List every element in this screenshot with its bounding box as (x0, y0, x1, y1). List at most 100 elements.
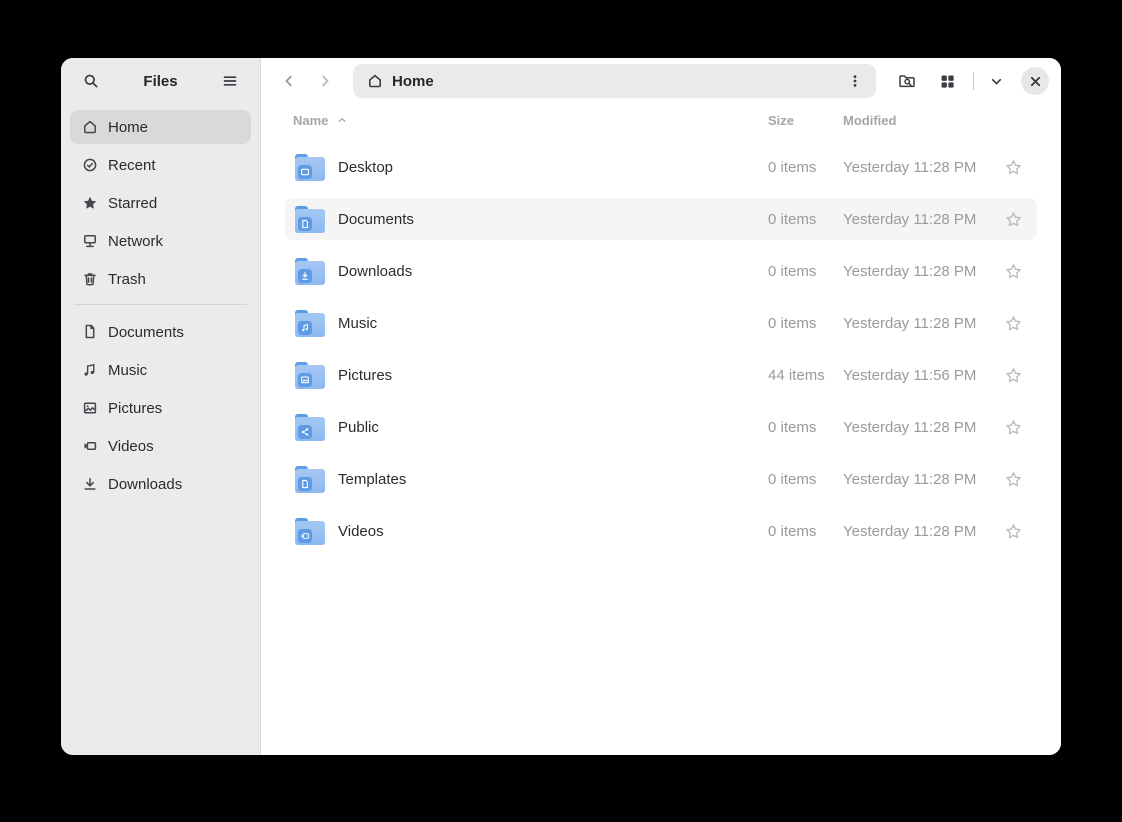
file-name: Pictures (338, 367, 768, 384)
file-size: 0 items (768, 523, 843, 540)
star-toggle[interactable] (1001, 155, 1025, 179)
folder-downloads-icon (295, 258, 325, 285)
sidebar-item-documents[interactable]: Documents (70, 315, 251, 349)
file-modified: Yesterday 11:28 PM (843, 471, 988, 488)
sidebar-item-home[interactable]: Home (70, 110, 251, 144)
path-menu-button[interactable] (840, 66, 870, 96)
sidebar-item-recent[interactable]: Recent (70, 148, 251, 182)
sidebar: Files Home (61, 58, 261, 755)
templates-emblem-icon (298, 477, 312, 491)
star-toggle[interactable] (1001, 519, 1025, 543)
sidebar-item-label: Home (108, 119, 148, 136)
close-window-button[interactable] (1021, 67, 1049, 95)
star-toggle[interactable] (1001, 207, 1025, 231)
sidebar-list: Home Recent Starred (61, 104, 260, 511)
file-modified: Yesterday 11:28 PM (843, 419, 988, 436)
folder-search-icon (898, 72, 916, 90)
file-name: Public (338, 419, 768, 436)
star-outline-icon (1005, 367, 1022, 384)
trash-icon (82, 271, 98, 287)
file-size: 44 items (768, 367, 843, 384)
sidebar-item-videos[interactable]: Videos (70, 429, 251, 463)
file-name: Downloads (338, 263, 768, 280)
star-toggle[interactable] (1001, 415, 1025, 439)
chevron-right-icon (317, 73, 333, 89)
file-size: 0 items (768, 315, 843, 332)
search-button[interactable] (74, 64, 108, 98)
file-modified: Yesterday 11:28 PM (843, 211, 988, 228)
music-emblem-icon (298, 321, 312, 335)
video-camera-icon (82, 438, 98, 454)
star-outline-icon (1005, 471, 1022, 488)
document-icon (82, 324, 98, 340)
hamburger-menu-icon (222, 73, 238, 89)
column-header-modified[interactable]: Modified (843, 113, 988, 128)
sidebar-item-network[interactable]: Network (70, 224, 251, 258)
file-row-music[interactable]: Music 0 items Yesterday 11:28 PM (285, 302, 1037, 344)
pictures-emblem-icon (298, 373, 312, 387)
files-app-window: Files Home (61, 58, 1061, 755)
downloads-emblem-icon (298, 269, 312, 283)
star-toggle[interactable] (1001, 311, 1025, 335)
chevron-left-icon (281, 73, 297, 89)
file-name: Desktop (338, 159, 768, 176)
file-row-public[interactable]: Public 0 items Yesterday 11:28 PM (285, 406, 1037, 448)
search-everywhere-button[interactable] (890, 64, 924, 98)
star-outline-icon (1005, 211, 1022, 228)
file-row-pictures[interactable]: Pictures 44 items Yesterday 11:56 PM (285, 354, 1037, 396)
header-separator (973, 72, 974, 90)
current-folder-label: Home (392, 73, 831, 90)
file-size: 0 items (768, 263, 843, 280)
search-icon (83, 73, 99, 89)
sidebar-item-downloads[interactable]: Downloads (70, 467, 251, 501)
file-row-videos[interactable]: Videos 0 items Yesterday 11:28 PM (285, 510, 1037, 552)
network-icon (82, 233, 98, 249)
sidebar-item-pictures[interactable]: Pictures (70, 391, 251, 425)
back-button[interactable] (273, 65, 305, 97)
file-row-templates[interactable]: Templates 0 items Yesterday 11:28 PM (285, 458, 1037, 500)
sidebar-item-label: Network (108, 233, 163, 250)
star-toggle[interactable] (1001, 259, 1025, 283)
file-row-documents[interactable]: Documents 0 items Yesterday 11:28 PM (285, 198, 1037, 240)
folder-pictures-icon (295, 362, 325, 389)
picture-icon (82, 400, 98, 416)
file-row-downloads[interactable]: Downloads 0 items Yesterday 11:28 PM (285, 250, 1037, 292)
star-toggle[interactable] (1001, 467, 1025, 491)
view-toggle-button[interactable] (930, 64, 964, 98)
main-menu-button[interactable] (213, 64, 247, 98)
file-modified: Yesterday 11:56 PM (843, 367, 988, 384)
music-note-icon (82, 362, 98, 378)
header-actions (890, 64, 1049, 98)
folder-videos-icon (295, 518, 325, 545)
home-icon (367, 73, 383, 89)
sidebar-item-label: Trash (108, 271, 146, 288)
sidebar-item-trash[interactable]: Trash (70, 262, 251, 296)
chevron-down-icon (989, 74, 1004, 89)
file-row-desktop[interactable]: Desktop 0 items Yesterday 11:28 PM (285, 146, 1037, 188)
sidebar-item-music[interactable]: Music (70, 353, 251, 387)
file-name: Videos (338, 523, 768, 540)
sidebar-item-label: Downloads (108, 476, 182, 493)
view-options-button[interactable] (983, 64, 1009, 98)
folder-desktop-icon (295, 154, 325, 181)
list-column-headers: Name Size Modified (285, 108, 1037, 132)
sidebar-item-label: Pictures (108, 400, 162, 417)
file-modified: Yesterday 11:28 PM (843, 315, 988, 332)
forward-button[interactable] (309, 65, 341, 97)
file-size: 0 items (768, 419, 843, 436)
file-list: Desktop 0 items Yesterday 11:28 PM Docum… (261, 146, 1061, 755)
kebab-menu-icon (847, 73, 863, 89)
clock-icon (82, 157, 98, 173)
path-bar[interactable]: Home (353, 64, 876, 98)
sidebar-item-starred[interactable]: Starred (70, 186, 251, 220)
star-toggle[interactable] (1001, 363, 1025, 387)
column-header-name[interactable]: Name (293, 113, 328, 128)
column-header-size[interactable]: Size (768, 113, 843, 128)
content-pane: Home (261, 58, 1061, 755)
file-modified: Yesterday 11:28 PM (843, 159, 988, 176)
download-icon (82, 476, 98, 492)
folder-music-icon (295, 310, 325, 337)
sidebar-separator (74, 304, 247, 305)
file-size: 0 items (768, 211, 843, 228)
star-outline-icon (1005, 419, 1022, 436)
